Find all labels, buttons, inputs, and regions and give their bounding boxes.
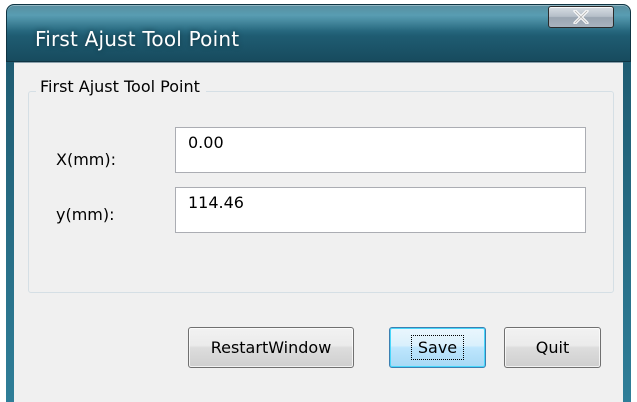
close-button[interactable]	[548, 6, 614, 28]
quit-button[interactable]: Quit	[504, 327, 601, 368]
window-frame-right	[623, 62, 631, 402]
client-area: First Ajust Tool Point X(mm): y(mm): Res…	[14, 62, 623, 402]
title-bar[interactable]: First Ajust Tool Point	[6, 4, 631, 62]
save-button[interactable]: Save	[389, 327, 486, 368]
x-label: X(mm):	[56, 150, 117, 169]
restart-window-label: RestartWindow	[210, 338, 332, 357]
groupbox-legend: First Ajust Tool Point	[36, 77, 206, 96]
save-label: Save	[410, 335, 465, 360]
window-frame-left	[6, 62, 14, 402]
restart-window-button[interactable]: RestartWindow	[188, 327, 354, 368]
close-icon	[573, 10, 589, 24]
y-input[interactable]	[175, 187, 586, 233]
dialog-window: First Ajust Tool Point First Ajust Tool …	[0, 0, 637, 402]
x-input[interactable]	[175, 127, 586, 173]
quit-label: Quit	[535, 338, 570, 357]
y-label: y(mm):	[56, 205, 115, 224]
window-title: First Ajust Tool Point	[35, 27, 240, 51]
